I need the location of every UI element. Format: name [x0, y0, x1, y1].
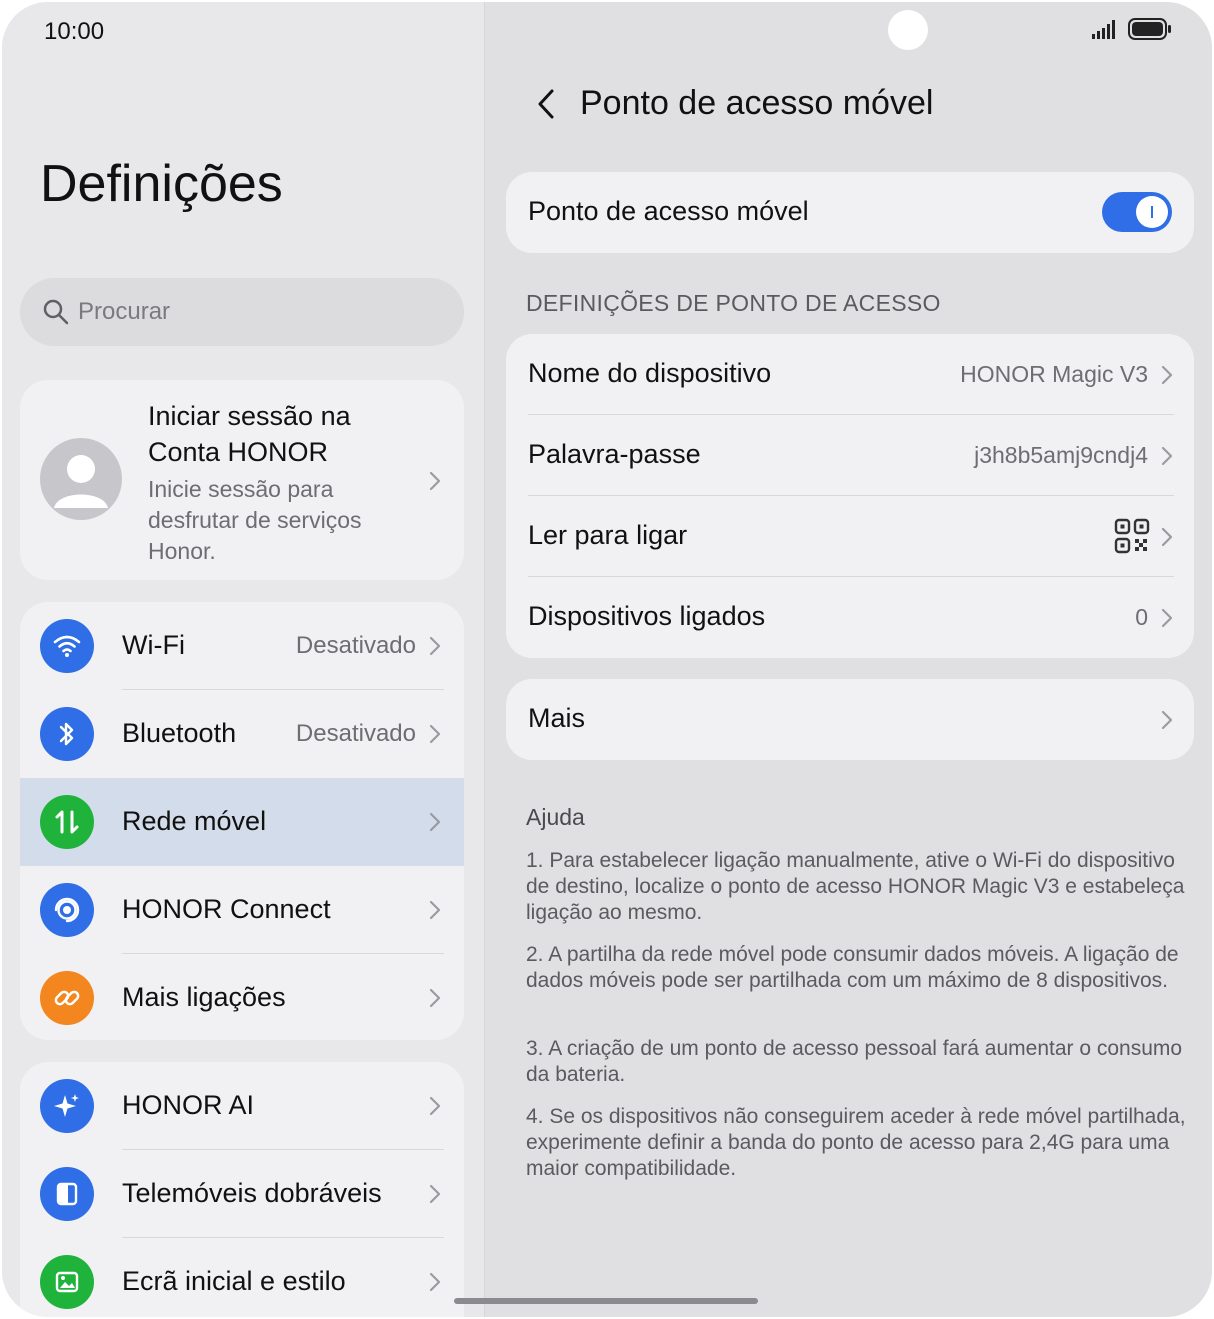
avatar: [40, 438, 122, 520]
wifi-icon: [40, 619, 94, 673]
chevron-right-icon: [1161, 710, 1173, 730]
foldable-phone-icon: [40, 1167, 94, 1221]
honor-account-card[interactable]: Iniciar sessão na Conta HONOR Inicie ses…: [20, 380, 464, 580]
image-icon: [40, 1255, 94, 1309]
account-title: Iniciar sessão na Conta HONOR: [148, 401, 351, 467]
more-row[interactable]: Mais: [506, 679, 1194, 760]
page-title: Definições: [40, 155, 283, 213]
toggle-knob: [1136, 196, 1168, 228]
signal-icon: [1092, 20, 1115, 39]
back-arrow-icon[interactable]: [535, 87, 557, 121]
chevron-right-icon: [1161, 446, 1173, 466]
password-row[interactable]: Palavra-passe j3h8b5amj9cndj4: [506, 415, 1194, 496]
chevron-right-icon: [429, 1272, 441, 1292]
settings-item-foldable-phones[interactable]: Telemóveis dobráveis: [20, 1150, 464, 1238]
mobile-network-label: Rede móvel: [122, 806, 267, 836]
mobile-network-icon: [40, 795, 94, 849]
settings-item-bluetooth[interactable]: Bluetooth Desativado: [20, 690, 464, 778]
password-label: Palavra-passe: [528, 439, 701, 469]
camera-cutout: [888, 10, 928, 50]
chevron-right-icon: [1161, 365, 1173, 385]
chevron-right-icon: [1161, 527, 1173, 547]
device-name-row[interactable]: Nome do dispositivo HONOR Magic V3: [506, 334, 1194, 415]
settings-item-more-connections[interactable]: Mais ligações: [20, 954, 464, 1040]
status-icons: [1092, 18, 1172, 40]
search-icon: [43, 299, 69, 325]
password-value: j3h8b5amj9cndj4: [974, 442, 1148, 468]
settings-item-wifi[interactable]: Wi-Fi Desativado: [20, 602, 464, 690]
help-paragraph-2: 2. A partilha da rede móvel pode consumi…: [526, 943, 1179, 992]
help-paragraph-1: 1. Para estabelecer ligação manualmente,…: [526, 849, 1185, 924]
settings-item-mobile-network[interactable]: Rede móvel: [20, 778, 464, 866]
settings-item-honor-connect[interactable]: HONOR Connect: [20, 866, 464, 954]
pane-divider: [484, 2, 485, 1317]
bluetooth-status: Desativado: [295, 720, 416, 747]
connected-devices-row[interactable]: Dispositivos ligados 0: [506, 577, 1194, 658]
help-paragraph-3: 3. A criação de um ponto de acesso pesso…: [526, 1037, 1183, 1086]
chevron-right-icon: [429, 724, 441, 744]
device-name-value: HONOR Magic V3: [960, 361, 1148, 387]
chevron-right-icon: [429, 812, 441, 832]
battery-icon: [1128, 18, 1171, 40]
connected-devices-count: 0: [1135, 604, 1148, 630]
bluetooth-label: Bluetooth: [122, 718, 237, 748]
honor-connect-icon: [40, 883, 94, 937]
chevron-right-icon: [429, 471, 441, 491]
chevron-right-icon: [429, 1096, 441, 1116]
chevron-right-icon: [429, 1184, 441, 1204]
chevron-right-icon: [429, 900, 441, 920]
settings-item-honor-ai[interactable]: HONOR AI: [20, 1062, 464, 1150]
features-group: HONOR AI Telemóveis dobráveis Ecrã inici…: [20, 1062, 464, 1317]
home-screen-style-label: Ecrã inicial e estilo: [122, 1266, 346, 1296]
connectivity-group: Wi-Fi Desativado Bluetooth Desativado Re…: [20, 602, 464, 1040]
chevron-right-icon: [429, 636, 441, 656]
foldable-phones-label: Telemóveis dobráveis: [122, 1178, 382, 1208]
qr-code-icon: [1114, 518, 1150, 554]
device-frame: 10:00 Definições Procurar Iniciar sessão…: [2, 2, 1212, 1317]
more-connections-label: Mais ligações: [122, 982, 286, 1012]
link-icon: [40, 971, 94, 1025]
wifi-status: Desativado: [295, 632, 416, 659]
scan-to-connect-row[interactable]: Ler para ligar: [506, 496, 1194, 577]
section-header: DEFINIÇÕES DE PONTO DE ACESSO: [526, 290, 941, 316]
chevron-right-icon: [429, 988, 441, 1008]
help-paragraph-4: 4. Se os dispositivos não conseguirem ac…: [526, 1105, 1186, 1180]
hotspot-toggle-card: Ponto de acesso móvel: [506, 172, 1194, 253]
status-time: 10:00: [44, 18, 105, 45]
home-indicator[interactable]: [454, 1298, 758, 1304]
device-name-label: Nome do dispositivo: [528, 358, 772, 388]
scan-to-connect-label: Ler para ligar: [528, 520, 688, 550]
person-icon: [54, 455, 108, 508]
more-label: Mais: [528, 703, 586, 733]
chevron-right-icon: [1161, 608, 1173, 628]
hotspot-toggle-row[interactable]: Ponto de acesso móvel: [506, 172, 1194, 253]
hotspot-toggle-label: Ponto de acesso móvel: [528, 196, 809, 226]
hotspot-settings-card: Nome do dispositivo HONOR Magic V3 Palav…: [506, 334, 1194, 658]
detail-page-title: Ponto de acesso móvel: [580, 84, 934, 122]
ai-sparkle-icon: [40, 1079, 94, 1133]
bluetooth-icon: [40, 707, 94, 761]
hotspot-toggle-switch[interactable]: [1102, 192, 1172, 232]
honor-ai-label: HONOR AI: [122, 1090, 255, 1120]
wifi-label: Wi-Fi: [122, 630, 185, 660]
connected-devices-label: Dispositivos ligados: [528, 601, 766, 631]
search-placeholder: Procurar: [78, 298, 171, 325]
settings-item-home-screen-style[interactable]: Ecrã inicial e estilo: [20, 1238, 464, 1317]
more-card: Mais: [506, 679, 1194, 760]
search-input[interactable]: Procurar: [20, 278, 464, 346]
honor-connect-label: HONOR Connect: [122, 894, 331, 924]
account-subtitle: Inicie sessão para desfrutar de serviços…: [148, 476, 362, 564]
help-title: Ajuda: [526, 804, 585, 830]
